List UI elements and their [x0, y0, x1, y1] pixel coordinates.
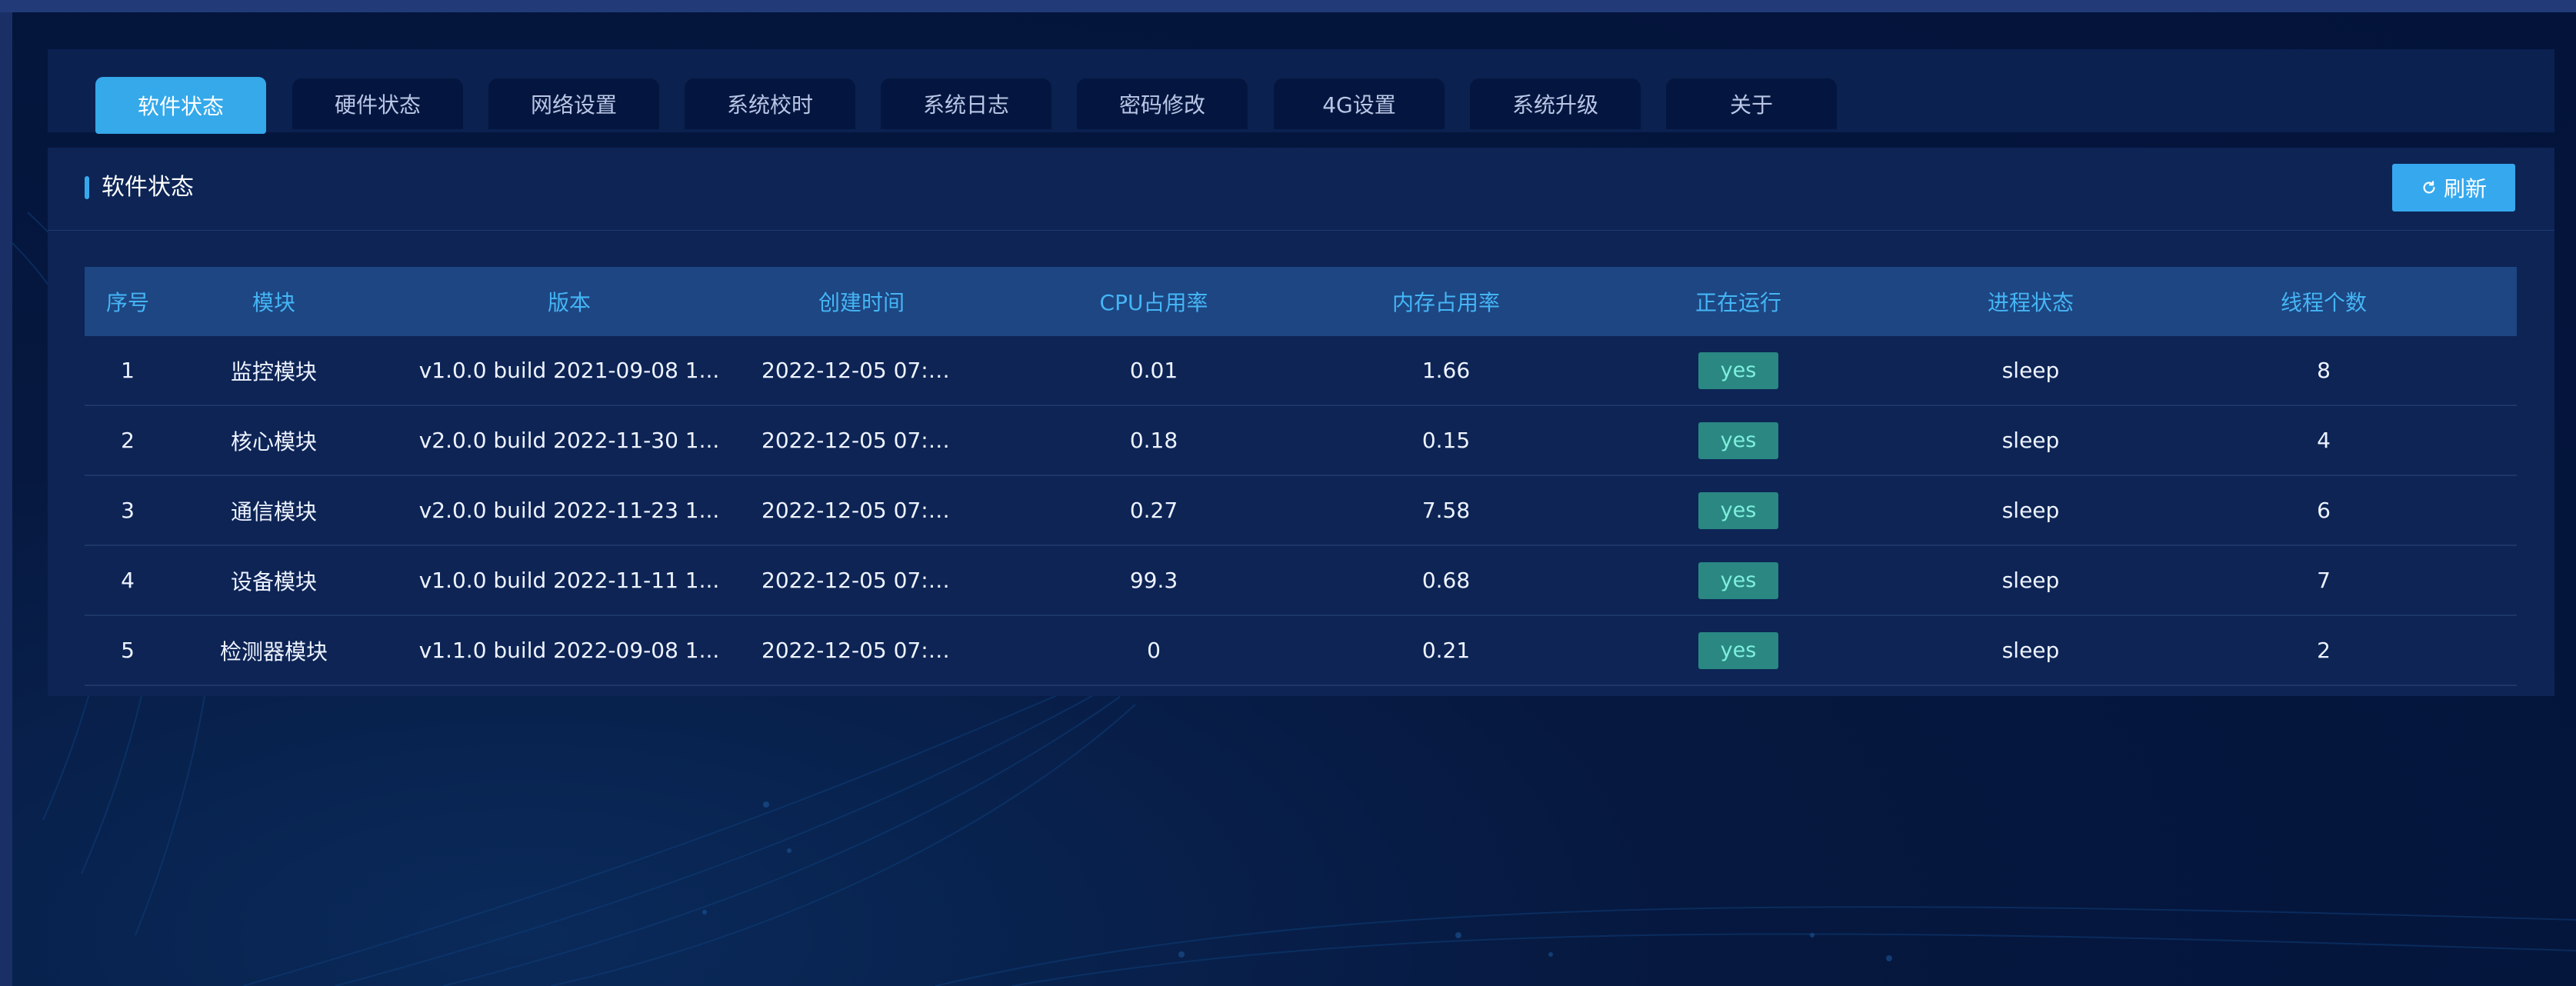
tab-network-settings[interactable]: 网络设置 [488, 78, 659, 129]
cell-thread-count: 6 [2317, 498, 2331, 523]
tab-password-change[interactable]: 密码修改 [1077, 78, 1248, 129]
software-status-panel: 软件状态 刷新 序号 模块 版本 创建时间 CPU占用率 内存占用率 正在运行 … [48, 148, 2554, 696]
cell-created-time: 2022-12-05 07:59:16 [761, 428, 961, 453]
cell-index: 5 [121, 638, 135, 663]
tab-4g-settings[interactable]: 4G设置 [1274, 78, 1445, 129]
cell-cpu-usage: 0.01 [1129, 358, 1178, 383]
cell-module: 检测器模块 [219, 638, 328, 665]
running-status-badge: yes [1698, 631, 1778, 669]
cell-index: 1 [121, 358, 135, 383]
tab-system-log[interactable]: 系统日志 [881, 78, 1051, 129]
column-header-thread-count[interactable]: 线程个数 [2131, 286, 2517, 317]
tab-software-status[interactable]: 软件状态 [95, 77, 266, 134]
cell-module: 核心模块 [230, 428, 317, 455]
running-status-badge: yes [1698, 421, 1778, 459]
settings-tab-bar: 软件状态 硬件状态 网络设置 系统校时 系统日志 密码修改 4G设置 系统升级 … [48, 49, 2554, 134]
tab-system-upgrade[interactable]: 系统升级 [1470, 78, 1641, 129]
panel-header: 软件状态 刷新 [48, 148, 2554, 231]
tab-time-sync[interactable]: 系统校时 [685, 78, 855, 129]
cell-memory-usage: 7.58 [1421, 498, 1471, 523]
column-header-index[interactable]: 序号 [85, 286, 171, 317]
cell-running: yes [1546, 561, 1931, 599]
table-row[interactable]: 4 设备模块 v1.0.0 build 2022-11-11 1... 2022… [85, 546, 2517, 616]
column-header-version[interactable]: 版本 [377, 286, 761, 317]
cell-running: yes [1546, 351, 1931, 389]
cell-running: yes [1546, 631, 1931, 669]
cell-version: v1.0.0 build 2022-11-11 1... [418, 568, 720, 593]
panel-title: 软件状态 [102, 174, 194, 201]
cell-thread-count: 2 [2317, 638, 2331, 663]
cell-cpu-usage: 0 [1147, 638, 1161, 663]
table-row[interactable]: 5 检测器模块 v1.1.0 build 2022-09-08 1... 202… [85, 616, 2517, 686]
cell-module: 通信模块 [230, 498, 317, 525]
column-header-created-time[interactable]: 创建时间 [761, 286, 961, 317]
running-status-badge: yes [1698, 491, 1778, 529]
cell-version: v2.0.0 build 2022-11-30 1... [418, 428, 720, 453]
cell-process-state: sleep [2001, 358, 2060, 383]
cell-memory-usage: 1.66 [1421, 358, 1471, 383]
cell-memory-usage: 0.15 [1421, 428, 1471, 453]
tab-about[interactable]: 关于 [1666, 78, 1837, 129]
software-status-table: 序号 模块 版本 创建时间 CPU占用率 内存占用率 正在运行 进程状态 线程个… [85, 267, 2517, 686]
cell-thread-count: 4 [2317, 428, 2331, 453]
column-header-module[interactable]: 模块 [171, 286, 377, 317]
cell-cpu-usage: 0.18 [1129, 428, 1178, 453]
cell-created-time: 2022-12-05 07:59:16 [761, 498, 961, 523]
cell-version: v2.0.0 build 2022-11-23 1... [418, 498, 720, 523]
table-row[interactable]: 3 通信模块 v2.0.0 build 2022-11-23 1... 2022… [85, 476, 2517, 546]
cell-created-time: 2022-12-05 07:59:17 [761, 638, 961, 663]
cell-thread-count: 7 [2317, 568, 2331, 593]
cell-index: 3 [121, 498, 135, 523]
cell-module: 设备模块 [230, 568, 317, 595]
running-status-badge: yes [1698, 561, 1778, 599]
title-accent-bar [85, 176, 89, 199]
column-header-memory-usage[interactable]: 内存占用率 [1346, 286, 1546, 317]
running-status-badge: yes [1698, 351, 1778, 389]
tab-hardware-status[interactable]: 硬件状态 [292, 78, 463, 129]
cell-cpu-usage: 99.3 [1129, 568, 1178, 593]
cell-index: 2 [121, 428, 135, 453]
refresh-button[interactable]: 刷新 [2392, 164, 2515, 212]
cell-version: v1.1.0 build 2022-09-08 1... [418, 638, 720, 663]
cell-process-state: sleep [2001, 498, 2060, 523]
cell-cpu-usage: 0.27 [1129, 498, 1178, 523]
cell-memory-usage: 0.21 [1421, 638, 1471, 663]
cell-index: 4 [121, 568, 135, 593]
cell-version: v1.0.0 build 2021-09-08 1... [418, 358, 720, 383]
cell-memory-usage: 0.68 [1421, 568, 1471, 593]
cell-created-time: 2022-12-05 07:59:16 [761, 358, 961, 383]
refresh-icon [2423, 181, 2435, 194]
cell-process-state: sleep [2001, 568, 2060, 593]
cell-thread-count: 8 [2317, 358, 2331, 383]
cell-process-state: sleep [2001, 428, 2060, 453]
refresh-button-label: 刷新 [2443, 176, 2487, 202]
window-left-border [0, 12, 12, 986]
table-header-row: 序号 模块 版本 创建时间 CPU占用率 内存占用率 正在运行 进程状态 线程个… [85, 267, 2517, 336]
cell-running: yes [1546, 491, 1931, 529]
content-area: 软件状态 硬件状态 网络设置 系统校时 系统日志 密码修改 4G设置 系统升级 … [12, 12, 2576, 986]
column-header-running[interactable]: 正在运行 [1546, 286, 1931, 317]
window-top-border [0, 0, 2576, 12]
cell-created-time: 2022-12-05 07:59:16 [761, 568, 961, 593]
table-row[interactable]: 2 核心模块 v2.0.0 build 2022-11-30 1... 2022… [85, 406, 2517, 476]
cell-module: 监控模块 [230, 358, 317, 385]
cell-running: yes [1546, 421, 1931, 459]
table-row[interactable]: 1 监控模块 v1.0.0 build 2021-09-08 1... 2022… [85, 336, 2517, 406]
cell-process-state: sleep [2001, 638, 2060, 663]
column-header-cpu-usage[interactable]: CPU占用率 [961, 286, 1346, 317]
column-header-process-state[interactable]: 进程状态 [1931, 286, 2131, 317]
